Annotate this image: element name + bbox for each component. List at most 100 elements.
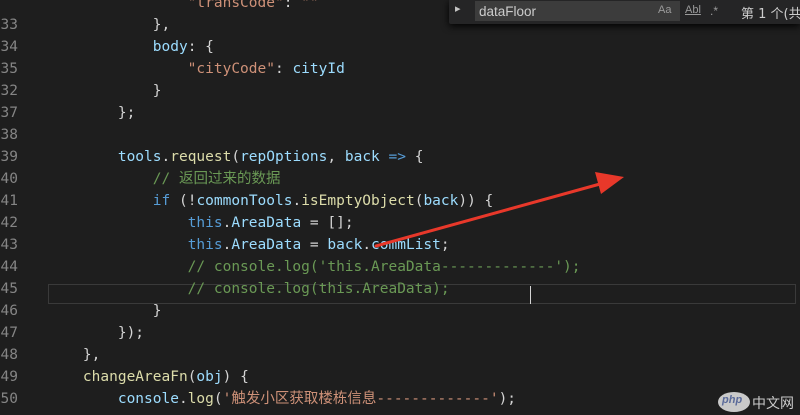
code-token: } [48,83,162,99]
code-token: console [48,391,179,407]
code-text: this.AreaData = back.commList; [48,234,450,256]
code-text: } [48,300,162,322]
code-token: back [423,193,459,209]
code-token: , [327,149,345,165]
code-token: . [362,237,372,253]
code-token: ; [440,237,450,253]
code-token: . [161,149,171,165]
code-line[interactable]: 42 this.AreaData = []; [0,212,800,234]
code-token: : [274,61,293,77]
code-token: (! [170,193,197,209]
code-line[interactable]: 44 // console.log('this.AreaData--------… [0,256,800,278]
line-number: 33 [0,17,18,33]
whole-word-toggle[interactable]: Abl [685,4,701,16]
code-token: body [48,39,188,55]
code-text: // 返回过来的数据 [48,168,281,190]
code-token: "" [301,0,319,11]
code-line[interactable]: 40 // 返回过来的数据 [0,168,800,190]
code-token: this [187,237,223,253]
code-token: ( [231,149,241,165]
find-widget: ▸ Aa Abl .* 第 1 个(共 [449,0,800,24]
line-number: 39 [0,149,18,165]
line-number: 43 [0,237,18,253]
code-token: changeAreaFn [48,369,188,385]
code-token: back [327,237,363,253]
code-token: // console.log('this.AreaData-----------… [48,259,581,275]
code-token: // console.log(this.AreaData); [48,281,450,297]
code-line[interactable]: 39 tools.request(repOptions, back => { [0,146,800,168]
code-text: tools.request(repOptions, back => { [48,146,424,168]
code-text: }); [48,322,144,344]
code-text: if (!commonTools.isEmptyObject(back)) { [48,190,494,212]
line-number: 37 [0,105,18,121]
code-token: '触发小区获取楼栋信息-------------' [222,391,499,407]
expand-replace-toggle[interactable]: ▸ [455,2,461,15]
php-logo-text: php [722,394,743,406]
code-token: cityId [292,61,345,77]
line-number: 41 [0,193,18,209]
code-token: } [48,303,162,319]
code-token: commonTools [196,193,293,209]
code-token: }, [48,347,101,363]
code-line[interactable]: 41 if (!commonTools.isEmptyObject(back))… [0,190,800,212]
match-count: 第 1 个(共 [741,7,800,22]
code-token: . [292,193,302,209]
code-token: . [178,391,188,407]
code-line[interactable]: 34 body: { [0,36,800,58]
code-token: }, [48,17,171,33]
code-line[interactable]: 46 } [0,300,800,322]
code-token: obj [196,369,223,385]
code-token: "transCode" [48,0,284,11]
code-line[interactable]: 43 this.AreaData = back.commList; [0,234,800,256]
line-number: 35 [0,61,18,77]
code-text: "transCode": "" [48,0,319,14]
code-line[interactable]: 35 "cityCode": cityId [0,58,800,80]
code-token: "cityCode" [48,61,275,77]
site-watermark: php 中文网 [718,390,800,415]
match-case-toggle[interactable]: Aa [658,4,671,16]
code-text: "cityCode": cityId [48,58,345,80]
code-text: this.AreaData = []; [48,212,354,234]
code-line[interactable]: 38 [0,124,800,146]
code-line[interactable]: 48 }, [0,344,800,366]
line-number: 40 [0,171,18,187]
code-token: }; [48,105,136,121]
code-line[interactable]: 37 }; [0,102,800,124]
find-input[interactable] [475,1,680,21]
code-editor[interactable]: "transCode": "" 33 }, 34 body: {35 "cityCo… [0,0,800,415]
regex-toggle[interactable]: .* [710,4,718,18]
code-token: )) { [458,193,494,209]
code-line[interactable]: 45 // console.log(this.AreaData); [0,278,800,300]
line-number: 46 [0,303,18,319]
code-token: tools [48,149,162,165]
line-number: 38 [0,127,18,143]
code-token: ( [213,391,223,407]
line-number: 34 [0,39,18,55]
line-number: 49 [0,369,18,385]
code-text: console.log('触发小区获取楼栋信息-------------'); [48,388,516,410]
code-token: AreaData [231,215,302,231]
code-line[interactable]: 32 } [0,80,800,102]
code-token: back [344,149,380,165]
code-line[interactable]: 50 console.log('触发小区获取楼栋信息-------------'… [0,388,800,410]
line-number: 47 [0,325,18,341]
code-token: = []; [301,215,354,231]
code-token: log [187,391,214,407]
code-token: AreaData [231,237,302,253]
line-number: 48 [0,347,18,363]
code-token: repOptions [240,149,328,165]
line-number: 32 [0,83,18,99]
line-number: 42 [0,215,18,231]
code-token: : [283,0,302,11]
code-line[interactable]: 47 }); [0,322,800,344]
text-cursor [530,286,531,304]
code-text: changeAreaFn(obj) { [48,366,249,388]
code-token: ); [498,391,517,407]
code-token: }); [48,325,145,341]
code-text: // console.log('this.AreaData-----------… [48,256,581,278]
line-number: 44 [0,259,18,275]
code-token: : { [187,39,214,55]
code-line[interactable]: 49 changeAreaFn(obj) { [0,366,800,388]
